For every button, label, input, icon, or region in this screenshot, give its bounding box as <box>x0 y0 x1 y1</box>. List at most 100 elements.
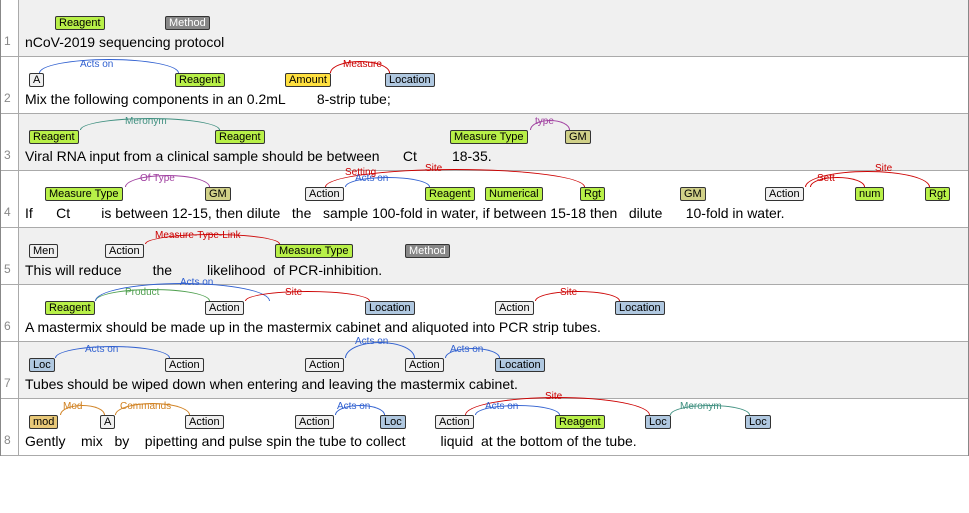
entity-tag[interactable]: Reagent <box>29 130 79 144</box>
row-number: 3 <box>1 114 19 170</box>
row-content: ModCommandsActs onActs onSiteMeronymmodA… <box>19 399 968 455</box>
relation-label[interactable]: Site <box>285 287 302 298</box>
relation-label[interactable]: Site <box>545 391 562 402</box>
relation-label[interactable]: Measure <box>343 59 382 70</box>
tags-row: Acts on Measure A Reagent Amount Location <box>25 59 962 89</box>
entity-tag[interactable]: Numerical <box>485 187 543 201</box>
entity-tag[interactable]: Action <box>405 358 444 372</box>
relation-label[interactable]: Measure-Type-Link <box>155 230 241 241</box>
relation-label[interactable]: Acts on <box>85 344 118 355</box>
relation-label[interactable]: Acts on <box>450 344 483 355</box>
entity-tag[interactable]: Action <box>205 301 244 315</box>
entity-tag[interactable]: GM <box>680 187 706 201</box>
sentence-text[interactable]: A mastermix should be made up in the mas… <box>25 317 962 335</box>
sentence-text[interactable]: Gently mix by pipetting and pulse spin t… <box>25 431 962 449</box>
entity-tag[interactable]: Measure Type <box>450 130 528 144</box>
entity-tag[interactable]: Reagent <box>425 187 475 201</box>
tags-row: Meronym type Reagent Reagent Measure Type GM <box>25 116 962 146</box>
row-content: Reagent Method nCoV-2019 sequencing protoc… <box>19 0 968 56</box>
entity-tag[interactable]: Loc <box>29 358 55 372</box>
relation-label[interactable]: Acts on <box>355 336 388 347</box>
entity-tag[interactable]: Reagent <box>555 415 605 429</box>
relation-label[interactable]: Meronym <box>125 116 167 127</box>
entity-tag[interactable]: Location <box>385 73 435 87</box>
entity-tag[interactable]: Location <box>365 301 415 315</box>
entity-tag[interactable]: Reagent <box>175 73 225 87</box>
row-number: 1 <box>1 0 19 56</box>
entity-tag[interactable]: Action <box>305 187 344 201</box>
tags-row: ModCommandsActs onActs onSiteMeronymmodA… <box>25 401 962 431</box>
tags-row: Reagent Method <box>25 2 962 32</box>
relation-arc[interactable] <box>535 291 620 301</box>
entity-tag[interactable]: Action <box>435 415 474 429</box>
entity-tag[interactable]: Reagent <box>55 16 105 30</box>
sentence-text[interactable]: This will reduce the likelihood of PCR-i… <box>25 260 962 278</box>
entity-tag[interactable]: Action <box>295 415 334 429</box>
entity-tag[interactable]: mod <box>29 415 58 429</box>
entity-tag[interactable]: Action <box>305 358 344 372</box>
annotation-row: 8ModCommandsActs onActs onSiteMeronymmod… <box>1 399 968 456</box>
row-content: ProductActs onSiteSiteReagentActionLocat… <box>19 285 968 341</box>
relation-label[interactable]: type <box>535 116 554 127</box>
entity-tag[interactable]: Loc <box>645 415 671 429</box>
relation-label[interactable]: Site <box>425 163 442 174</box>
relation-label[interactable]: Mod <box>63 401 82 412</box>
sentence-text[interactable]: Viral RNA input from a clinical sample s… <box>25 146 962 164</box>
entity-tag[interactable]: Action <box>165 358 204 372</box>
relation-label[interactable]: Product <box>125 287 159 298</box>
annotation-row: 4Of TypeActs onSettingSiteSiteSettMeasur… <box>1 171 968 228</box>
entity-tag[interactable]: Method <box>405 244 450 258</box>
relation-label[interactable]: Acts on <box>80 59 113 70</box>
row-number: 7 <box>1 342 19 398</box>
entity-tag[interactable]: Amount <box>285 73 331 87</box>
row-content: Of TypeActs onSettingSiteSiteSettMeasure… <box>19 171 968 227</box>
entity-tag[interactable]: Measure Type <box>45 187 123 201</box>
entity-tag[interactable]: Method <box>165 16 210 30</box>
entity-tag[interactable]: Rgt <box>580 187 605 201</box>
relation-label[interactable]: Acts on <box>337 401 370 412</box>
entity-tag[interactable]: Reagent <box>215 130 265 144</box>
entity-tag[interactable]: Action <box>105 244 144 258</box>
row-content: Meronym type Reagent Reagent Measure Type GM V… <box>19 114 968 170</box>
entity-tag[interactable]: Action <box>185 415 224 429</box>
entity-tag[interactable]: num <box>855 187 884 201</box>
annotation-row: 3 Meronym type Reagent Reagent Measure Type GM… <box>1 114 968 171</box>
entity-tag[interactable]: Measure Type <box>275 244 353 258</box>
row-number: 6 <box>1 285 19 341</box>
relation-label[interactable]: Of Type <box>140 173 175 184</box>
entity-tag[interactable]: Action <box>765 187 804 201</box>
row-content: Measure-Type-Link Men Action Measure Type Me… <box>19 228 968 284</box>
entity-tag[interactable]: Reagent <box>45 301 95 315</box>
annotation-row: 2Acts onMeasureAReagentAmountLocationMix… <box>1 57 968 114</box>
entity-tag[interactable]: A <box>29 73 44 87</box>
row-number: 8 <box>1 399 19 455</box>
row-number: 4 <box>1 171 19 227</box>
entity-tag[interactable]: GM <box>205 187 231 201</box>
relation-arc[interactable] <box>245 291 370 301</box>
entity-tag[interactable]: GM <box>565 130 591 144</box>
relation-label[interactable]: Commands <box>120 401 171 412</box>
entity-tag[interactable]: Loc <box>380 415 406 429</box>
sentence-text[interactable]: nCoV-2019 sequencing protocol <box>25 32 962 50</box>
relation-label[interactable]: Site <box>560 287 577 298</box>
entity-tag[interactable]: A <box>100 415 115 429</box>
relation-label[interactable]: Sett <box>817 173 835 184</box>
annotation-row: 7Acts onActs onActs onLocActionActionAct… <box>1 342 968 399</box>
relation-label[interactable]: Meronym <box>680 401 722 412</box>
relation-label[interactable]: Acts on <box>485 401 518 412</box>
entity-tag[interactable]: Location <box>495 358 545 372</box>
sentence-text[interactable]: Mix the following components in an 0.2mL… <box>25 89 962 107</box>
sentence-text[interactable]: Tubes should be wiped down when entering… <box>25 374 962 392</box>
entity-tag[interactable]: Location <box>615 301 665 315</box>
entity-tag[interactable]: Action <box>495 301 534 315</box>
relation-label[interactable]: Site <box>875 163 892 174</box>
row-content: Acts onActs onActs onLocActionActionActi… <box>19 342 968 398</box>
relation-label[interactable]: Setting <box>345 167 376 178</box>
relation-label[interactable]: Acts on <box>180 277 213 288</box>
entity-tag[interactable]: Rgt <box>925 187 950 201</box>
row-content: Acts on Measure A Reagent Amount Location Mix … <box>19 57 968 113</box>
sentence-text[interactable]: If Ct is between 12-15, then dilute the … <box>25 203 962 221</box>
entity-tag[interactable]: Men <box>29 244 58 258</box>
annotation-row: 1 Reagent Method nCoV-2019 sequencing proto… <box>1 0 968 57</box>
entity-tag[interactable]: Loc <box>745 415 771 429</box>
